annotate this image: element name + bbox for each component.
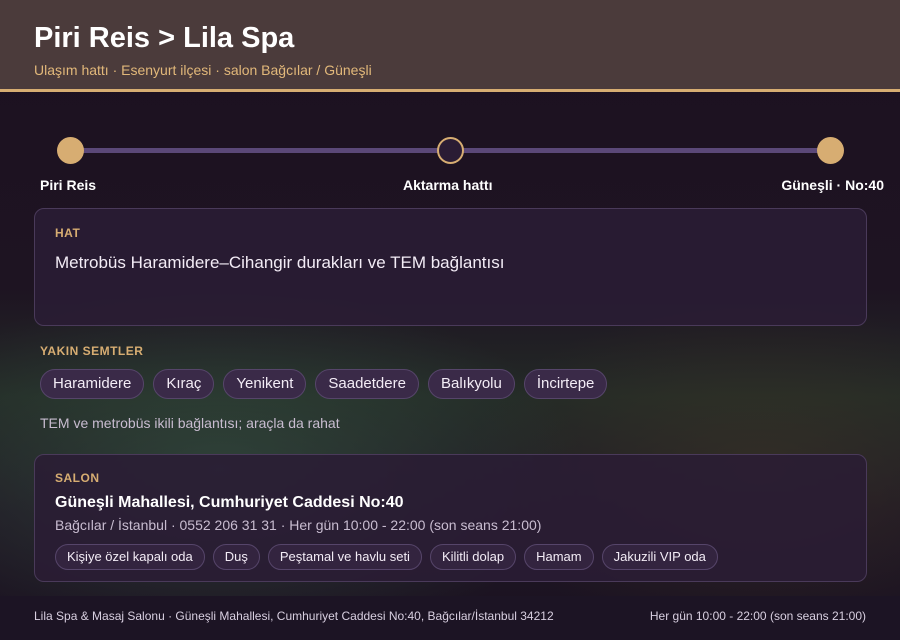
amenity-chip: Kişiye özel kapalı oda [55,544,205,570]
nearby-chips: Haramidere Kıraç Yenikent Saadetdere Bal… [40,369,608,399]
route-end-label: Güneşli · No:40 [781,177,884,193]
salon-meta: Bağcılar / İstanbul · 0552 206 31 31 · H… [55,517,542,533]
nearby-chip[interactable]: Haramidere [40,369,145,399]
footer-hours: Her gün 10:00 - 22:00 (son seans 21:00) [649,609,866,623]
route-timeline: Piri Reis Aktarma hattı Güneşli · No:40 [0,130,900,200]
amenity-chip: Jakuzili VIP oda [601,544,718,570]
route-start-label: Piri Reis [40,177,97,193]
route-transfer-dot [437,137,464,164]
line-card-text: Metrobüs Haramidere–Cihangir durakları v… [55,253,505,272]
nearby-chip[interactable]: Yenikent [223,369,307,399]
amenity-chip: Duş [212,544,260,570]
nearby-chip[interactable]: Balıkyolu [427,369,515,399]
nearby-label: YAKIN SEMTLER [40,344,144,358]
page-title: Piri Reis > Lila Spa [34,22,295,54]
salon-address: Güneşli Mahallesi, Cumhuriyet Caddesi No… [55,494,404,511]
nearby-chip[interactable]: Kıraç [153,369,215,399]
amenity-chip: Kilitli dolap [429,544,517,570]
footer-address: Lila Spa & Masaj Salonu · Güneşli Mahall… [34,609,554,623]
route-start-dot [57,137,84,164]
amenity-chip: Peştamal ve havlu seti [267,544,422,570]
nearby-chip[interactable]: İncirtepe [523,369,608,399]
salon-card: SALON Güneşli Mahallesi, Cumhuriyet Cadd… [34,454,867,582]
page-subtitle: Ulaşım hattı · Esenyurt ilçesi · salon B… [34,62,372,78]
line-card: HAT Metrobüs Haramidere–Cihangir durakla… [34,208,867,326]
nearby-chip[interactable]: Saadetdere [315,369,419,399]
salon-card-tag: SALON [55,471,100,485]
line-card-tag: HAT [55,226,81,240]
page-header: Piri Reis > Lila Spa Ulaşım hattı · Esen… [0,0,900,92]
nearby-note: TEM ve metrobüs ikili bağlantısı; araçla… [40,415,340,431]
page-footer: Lila Spa & Masaj Salonu · Güneşli Mahall… [0,596,900,640]
amenity-chip: Hamam [524,544,594,570]
route-transfer-label: Aktarma hattı [403,177,493,193]
salon-amenities: Kişiye özel kapalı oda Duş Peştamal ve h… [55,544,718,570]
route-end-dot [817,137,844,164]
